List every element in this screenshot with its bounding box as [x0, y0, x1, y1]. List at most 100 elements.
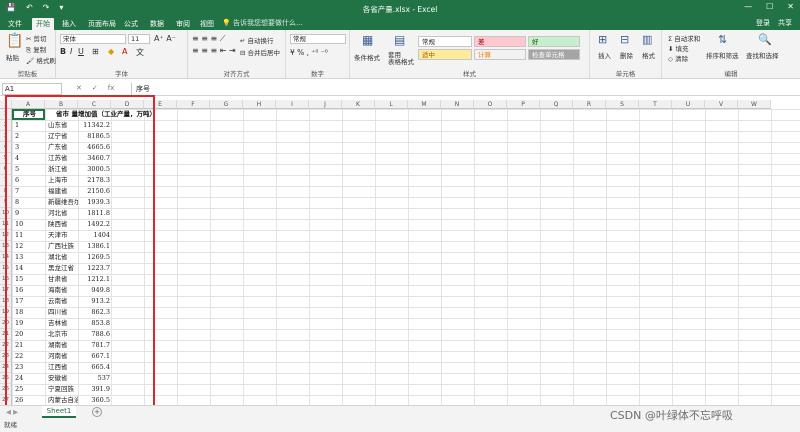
- paste-icon[interactable]: 📋: [6, 33, 23, 49]
- sheet-nav-arrows[interactable]: ◀ ▶: [6, 408, 18, 416]
- share-button[interactable]: 共享: [778, 18, 792, 28]
- enter-icon[interactable]: ✓: [92, 84, 98, 92]
- column-header-V[interactable]: V: [705, 100, 738, 109]
- cancel-icon[interactable]: ✕: [76, 84, 82, 92]
- format-as-table-icon[interactable]: ▤: [394, 33, 405, 47]
- login-link[interactable]: 登录: [756, 18, 770, 28]
- editing-group-label: 编辑: [724, 70, 738, 78]
- column-header-P[interactable]: P: [507, 100, 540, 109]
- sort-filter-icon[interactable]: ⇅: [718, 33, 727, 46]
- tab-data[interactable]: 数据: [146, 18, 168, 30]
- styles-group-label: 样式: [463, 70, 476, 78]
- column-header-U[interactable]: U: [672, 100, 705, 109]
- conditional-format-button[interactable]: 条件格式: [354, 52, 380, 62]
- font-color-icon[interactable]: A: [122, 47, 127, 56]
- column-header-O[interactable]: O: [474, 100, 507, 109]
- underline-button[interactable]: U: [78, 47, 84, 56]
- add-sheet-button[interactable]: +: [92, 407, 102, 417]
- paste-button[interactable]: 粘贴: [6, 52, 19, 62]
- maximize-button[interactable]: ☐: [766, 2, 773, 11]
- format-as-table-button[interactable]: 套用 表格格式: [388, 52, 414, 66]
- column-header-W[interactable]: W: [738, 100, 771, 109]
- insert-function-icon[interactable]: fx: [108, 84, 115, 92]
- italic-button[interactable]: I: [70, 47, 72, 56]
- column-header-R[interactable]: R: [573, 100, 606, 109]
- highlight-box: [5, 95, 155, 408]
- style-normal[interactable]: 常规: [418, 36, 472, 47]
- column-header-N[interactable]: N: [441, 100, 474, 109]
- column-header-H[interactable]: H: [243, 100, 276, 109]
- autosum-button[interactable]: Σ 自动求和: [668, 33, 700, 43]
- delete-cells-button[interactable]: 删除: [620, 50, 633, 60]
- formula-bar-icons: ✕ ✓ fx: [76, 84, 114, 92]
- fill-button[interactable]: ⬇ 填充: [668, 43, 689, 53]
- tab-formulas[interactable]: 公式: [120, 18, 142, 30]
- column-header-I[interactable]: I: [276, 100, 309, 109]
- style-calculation[interactable]: 计算: [474, 49, 526, 60]
- column-header-S[interactable]: S: [606, 100, 639, 109]
- copy-button[interactable]: ⎘ 复制: [26, 44, 46, 55]
- insert-cells-button[interactable]: 插入: [598, 50, 611, 60]
- column-header-J[interactable]: J: [309, 100, 342, 109]
- style-neutral[interactable]: 适中: [418, 49, 472, 60]
- name-box[interactable]: A1: [2, 83, 62, 95]
- formula-input[interactable]: 序号: [131, 83, 797, 95]
- styles-group: ▦ 条件格式 ▤ 套用 表格格式 常规 差 好 适中 计算 检查单元格 样式: [350, 30, 590, 79]
- phonetic-icon[interactable]: 文: [136, 47, 144, 58]
- close-button[interactable]: ✕: [787, 2, 794, 11]
- wrap-text-button[interactable]: ↵ 自动换行: [240, 35, 274, 45]
- align-left-icons[interactable]: ≡ ≡ ≡ ⇤ ⇥: [192, 46, 236, 55]
- find-select-button[interactable]: 查找和选择: [746, 50, 779, 60]
- sheet-tab-sheet1[interactable]: Sheet1: [42, 406, 76, 418]
- clear-button[interactable]: ◇ 清除: [668, 53, 688, 63]
- number-format-select[interactable]: 常规: [290, 34, 346, 44]
- border-icon[interactable]: ⊞: [92, 47, 99, 56]
- fill-color-icon[interactable]: ◆: [108, 47, 114, 56]
- merge-center-button[interactable]: ⊟ 合并后居中: [240, 47, 280, 57]
- number-group-label: 数字: [311, 70, 324, 78]
- font-grow-icon[interactable]: A⁺ A⁻: [154, 34, 176, 43]
- format-cells-button[interactable]: 格式: [642, 50, 655, 60]
- column-header-Q[interactable]: Q: [540, 100, 573, 109]
- tab-page-layout[interactable]: 页面布局: [84, 18, 120, 30]
- tab-insert[interactable]: 插入: [58, 18, 80, 30]
- insert-cells-icon[interactable]: ⊞: [598, 33, 607, 46]
- column-header-T[interactable]: T: [639, 100, 672, 109]
- column-header-M[interactable]: M: [408, 100, 441, 109]
- column-header-K[interactable]: K: [342, 100, 375, 109]
- format-cells-icon[interactable]: ▥: [642, 33, 652, 46]
- style-bad[interactable]: 差: [474, 36, 526, 47]
- watermark-text: CSDN @叶绿体不忘呼吸: [610, 409, 733, 422]
- tab-view[interactable]: 视图: [196, 18, 218, 30]
- column-header-G[interactable]: G: [210, 100, 243, 109]
- bold-button[interactable]: B: [60, 47, 66, 56]
- column-header-L[interactable]: L: [375, 100, 408, 109]
- window-controls: — ☐ ✕: [744, 2, 794, 11]
- style-good[interactable]: 好: [528, 36, 580, 47]
- cut-button[interactable]: ✂ 剪切: [26, 33, 47, 43]
- tab-review[interactable]: 审阅: [172, 18, 194, 30]
- alignment-group-label: 对齐方式: [223, 70, 250, 78]
- style-check-cell[interactable]: 检查单元格: [528, 49, 580, 60]
- sort-filter-button[interactable]: 排序和筛选: [706, 50, 739, 60]
- font-size-select[interactable]: 11: [128, 34, 150, 44]
- column-header-F[interactable]: F: [177, 100, 210, 109]
- tab-home[interactable]: 开始: [32, 18, 54, 30]
- font-name-select[interactable]: 宋体: [60, 34, 126, 44]
- format-painter-label: 格式刷: [36, 57, 56, 65]
- number-format-icons[interactable]: ¥ % , ⁺⁰ ⁻⁰: [290, 48, 328, 57]
- formula-bar: A1 ✕ ✓ fx 序号: [0, 82, 800, 96]
- cells-group-label: 单元格: [615, 70, 636, 78]
- status-text: 就绪: [4, 421, 17, 429]
- window-title: 各省产量.xlsx - Excel: [362, 5, 438, 14]
- tab-file[interactable]: 文件: [4, 18, 26, 30]
- delete-cells-icon[interactable]: ⊟: [620, 33, 629, 46]
- find-select-icon[interactable]: 🔍: [758, 33, 772, 46]
- title-bar: 💾 ↶ ↷ ▾ 各省产量.xlsx - Excel — ☐ ✕: [0, 0, 800, 17]
- tell-me-search[interactable]: 💡 告诉我您想要做什么...: [222, 18, 303, 28]
- conditional-format-icon[interactable]: ▦: [362, 33, 373, 47]
- format-painter-button[interactable]: 🖌 格式刷: [26, 55, 56, 65]
- align-top-icons[interactable]: ≡ ≡ ≡ ⟋: [192, 34, 225, 44]
- minimize-button[interactable]: —: [744, 2, 752, 11]
- autosum-label: 自动求和: [674, 35, 701, 43]
